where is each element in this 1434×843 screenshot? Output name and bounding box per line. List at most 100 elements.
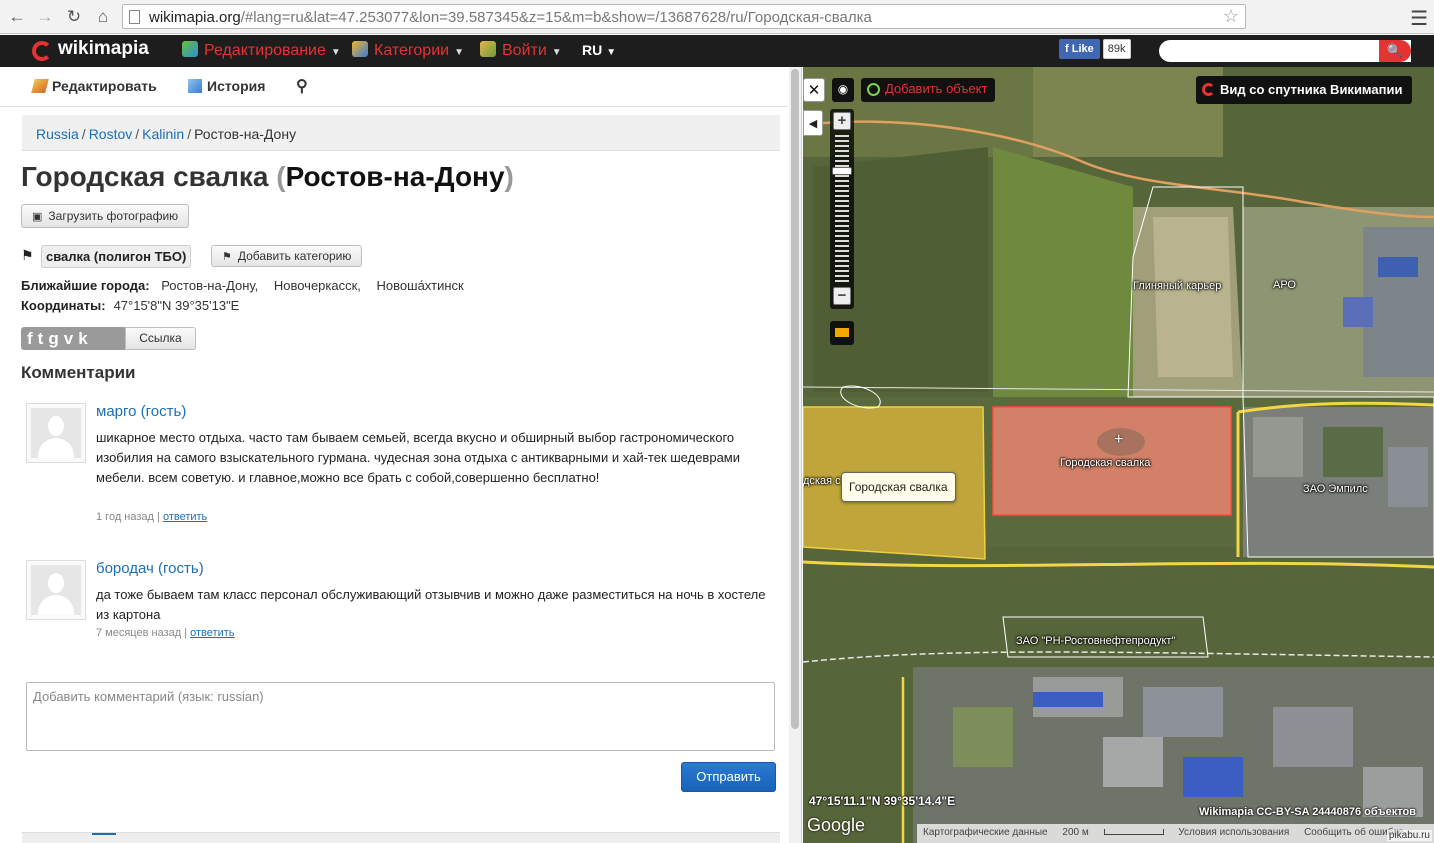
pencil-icon <box>31 79 49 93</box>
comment: марго (гость) шикарное место отдыха. час… <box>26 403 776 543</box>
bookmark-star-icon[interactable]: ☆ <box>1223 6 1239 27</box>
map-label-clay-pit[interactable]: Глиняный карьер <box>1133 280 1221 292</box>
comment: бородач (гость) да тоже бываем там класс… <box>26 560 776 650</box>
breadcrumb-current: Ростов-на-Дону <box>194 126 297 142</box>
zoom-out-button[interactable]: − <box>833 287 851 305</box>
send-button[interactable]: Отправить <box>681 762 776 792</box>
comment-meta: 1 год назад | ответить <box>96 511 208 523</box>
map-search-input[interactable] <box>1159 40 1411 62</box>
back-arrow-icon[interactable]: ← <box>6 6 28 28</box>
avatar <box>26 403 86 463</box>
map-scale: 200 м <box>1062 827 1164 838</box>
panel-scrollbar[interactable] <box>789 67 801 843</box>
comment-author[interactable]: марго (гость) <box>96 403 186 420</box>
zoom-in-button[interactable]: + <box>833 112 851 130</box>
satellite-imagery <box>803 67 1434 843</box>
map-pin-icon[interactable]: ⚲ <box>296 76 308 96</box>
panel-tabs: Редактировать История ⚲ <box>0 67 788 107</box>
scrollbar-thumb[interactable] <box>791 69 799 729</box>
social-share-icons[interactable]: ftgvk <box>21 327 125 350</box>
nearby-city[interactable]: Новоша́хтинск <box>377 278 464 293</box>
breadcrumb-rostov[interactable]: Rostov <box>89 126 133 142</box>
map-data-link[interactable]: Картографические данные <box>923 827 1048 838</box>
page-icon <box>129 10 140 24</box>
breadcrumb-kalinin[interactable]: Kalinin <box>142 126 184 142</box>
add-category-button[interactable]: ⚑ Добавить категорию <box>211 245 363 267</box>
map-label-aro[interactable]: АРО <box>1273 279 1296 291</box>
facebook-like[interactable]: f Like 89k <box>1059 39 1131 59</box>
facebook-icon[interactable]: f <box>27 329 38 348</box>
comment-input[interactable] <box>26 682 775 751</box>
url-text: wikimapia.org/#lang=ru&lat=47.253077&lon… <box>149 9 872 26</box>
record-dot-icon[interactable]: ◉ <box>832 78 854 102</box>
google-plus-icon[interactable]: g <box>48 329 63 348</box>
globe-edit-icon <box>182 41 198 57</box>
facebook-like-button[interactable]: f Like <box>1059 39 1100 59</box>
place-panel: Редактировать История ⚲ Russia / Rostov / Ka… <box>0 67 802 843</box>
zoom-slider-track[interactable] <box>835 135 849 283</box>
nearby-city[interactable]: Новочеркасск, <box>274 278 361 293</box>
search-icon[interactable]: 🔍 <box>1379 40 1411 62</box>
comment-author[interactable]: бородач (гость) <box>96 560 204 577</box>
title-city: Ростов-на-Дону <box>285 161 505 192</box>
zoom-slider-handle[interactable] <box>832 167 852 175</box>
category-tag[interactable]: свалка (полигон ТБО) <box>41 245 192 268</box>
add-object-icon <box>867 83 880 96</box>
tab-history[interactable]: История <box>188 78 265 94</box>
crosshair-icon: + <box>1114 431 1124 448</box>
satellite-map[interactable]: ✕ ◉ Добавить объект Вид со спутника Вики… <box>803 67 1434 843</box>
map-label-empils[interactable]: ЗАО Эмпилс <box>1303 483 1368 495</box>
close-panel-button[interactable]: ✕ <box>803 78 825 102</box>
breadcrumb-russia[interactable]: Russia <box>36 126 79 142</box>
breadcrumb: Russia / Rostov / Kalinin / Ростов-на-Дону <box>22 115 780 151</box>
wikimapia-ring-icon <box>1202 83 1215 96</box>
login-icon <box>480 41 496 57</box>
map-attribution: Wikimapia CC-BY-SA 24440876 объектов <box>1199 806 1416 818</box>
tab-edit[interactable]: Редактировать <box>31 78 157 94</box>
ruler-icon[interactable] <box>830 321 854 345</box>
zoom-control: + − <box>830 109 854 309</box>
comments-heading: Комментарии <box>21 363 136 382</box>
upload-photo-button[interactable]: ▣ Загрузить фотографию <box>21 204 190 228</box>
comment-meta: 7 месяцев назад | ответить <box>96 627 235 639</box>
vk-icon[interactable]: vk <box>64 329 93 348</box>
language-select[interactable]: RU ▼ <box>582 42 616 58</box>
map-label-rosneft[interactable]: ЗАО "РН-Ростовнефтепродукт" <box>1016 635 1175 647</box>
add-object-button[interactable]: Добавить объект <box>861 78 996 102</box>
menu-login[interactable]: Войти ▼ <box>480 41 562 60</box>
nearby-cities: Ближайшие города: Ростов-на-Дону, Новоче… <box>21 278 464 293</box>
menu-edit[interactable]: Редактирование ▼ <box>182 41 341 60</box>
coordinates: Координаты: 47°15'8"N 39°35'13"E <box>21 298 240 313</box>
reload-icon[interactable]: ↻ <box>63 6 85 28</box>
forward-arrow-icon[interactable]: → <box>34 6 56 28</box>
panel-bottom-strip <box>22 832 780 843</box>
nearby-city[interactable]: Ростов-на-Дону, <box>161 278 258 293</box>
twitter-icon[interactable]: t <box>38 329 49 348</box>
page-title: Городская свалка (Ростов-на-Дону) <box>21 161 514 192</box>
facebook-icon: f <box>1065 43 1072 55</box>
tags-icon: ⚑ <box>21 247 34 263</box>
terms-link[interactable]: Условия использования <box>1178 827 1289 838</box>
map-label-partial[interactable]: дская с <box>803 475 841 487</box>
browser-menu-icon[interactable]: ☰ <box>1410 6 1428 31</box>
facebook-like-count: 89k <box>1102 39 1131 59</box>
reply-link[interactable]: ответить <box>190 627 234 639</box>
browser-toolbar: ← → ↻ ⌂ wikimapia.org/#lang=ru&lat=47.25… <box>0 0 1434 34</box>
map-footer: Картографические данные 200 м Условия ис… <box>917 824 1434 843</box>
home-icon[interactable]: ⌂ <box>92 6 114 28</box>
satellite-view-button[interactable]: Вид со спутника Викимапии <box>1196 76 1413 104</box>
coordinates-value: 47°15'8"N 39°35'13"E <box>113 298 240 313</box>
share-link-button[interactable]: Ссылка <box>125 327 196 350</box>
tag-icon: ⚑ <box>222 251 232 263</box>
comment-text: шикарное место отдыха. часто там бываем … <box>96 430 741 485</box>
address-bar[interactable]: wikimapia.org/#lang=ru&lat=47.253077&lon… <box>122 4 1246 29</box>
logo-ring-icon <box>32 41 52 61</box>
history-icon <box>188 79 202 93</box>
wikimapia-topbar: wikimapia Редактирование ▼ Категории ▼ Вой… <box>0 35 1434 67</box>
collapse-panel-icon[interactable]: ◀ <box>803 110 823 136</box>
avatar <box>26 560 86 620</box>
menu-categories[interactable]: Категории ▼ <box>352 41 464 60</box>
map-label-landfill[interactable]: Городская свалка <box>1060 457 1150 469</box>
reply-link[interactable]: ответить <box>163 511 207 523</box>
watermark: pikabu.ru <box>1386 830 1432 841</box>
